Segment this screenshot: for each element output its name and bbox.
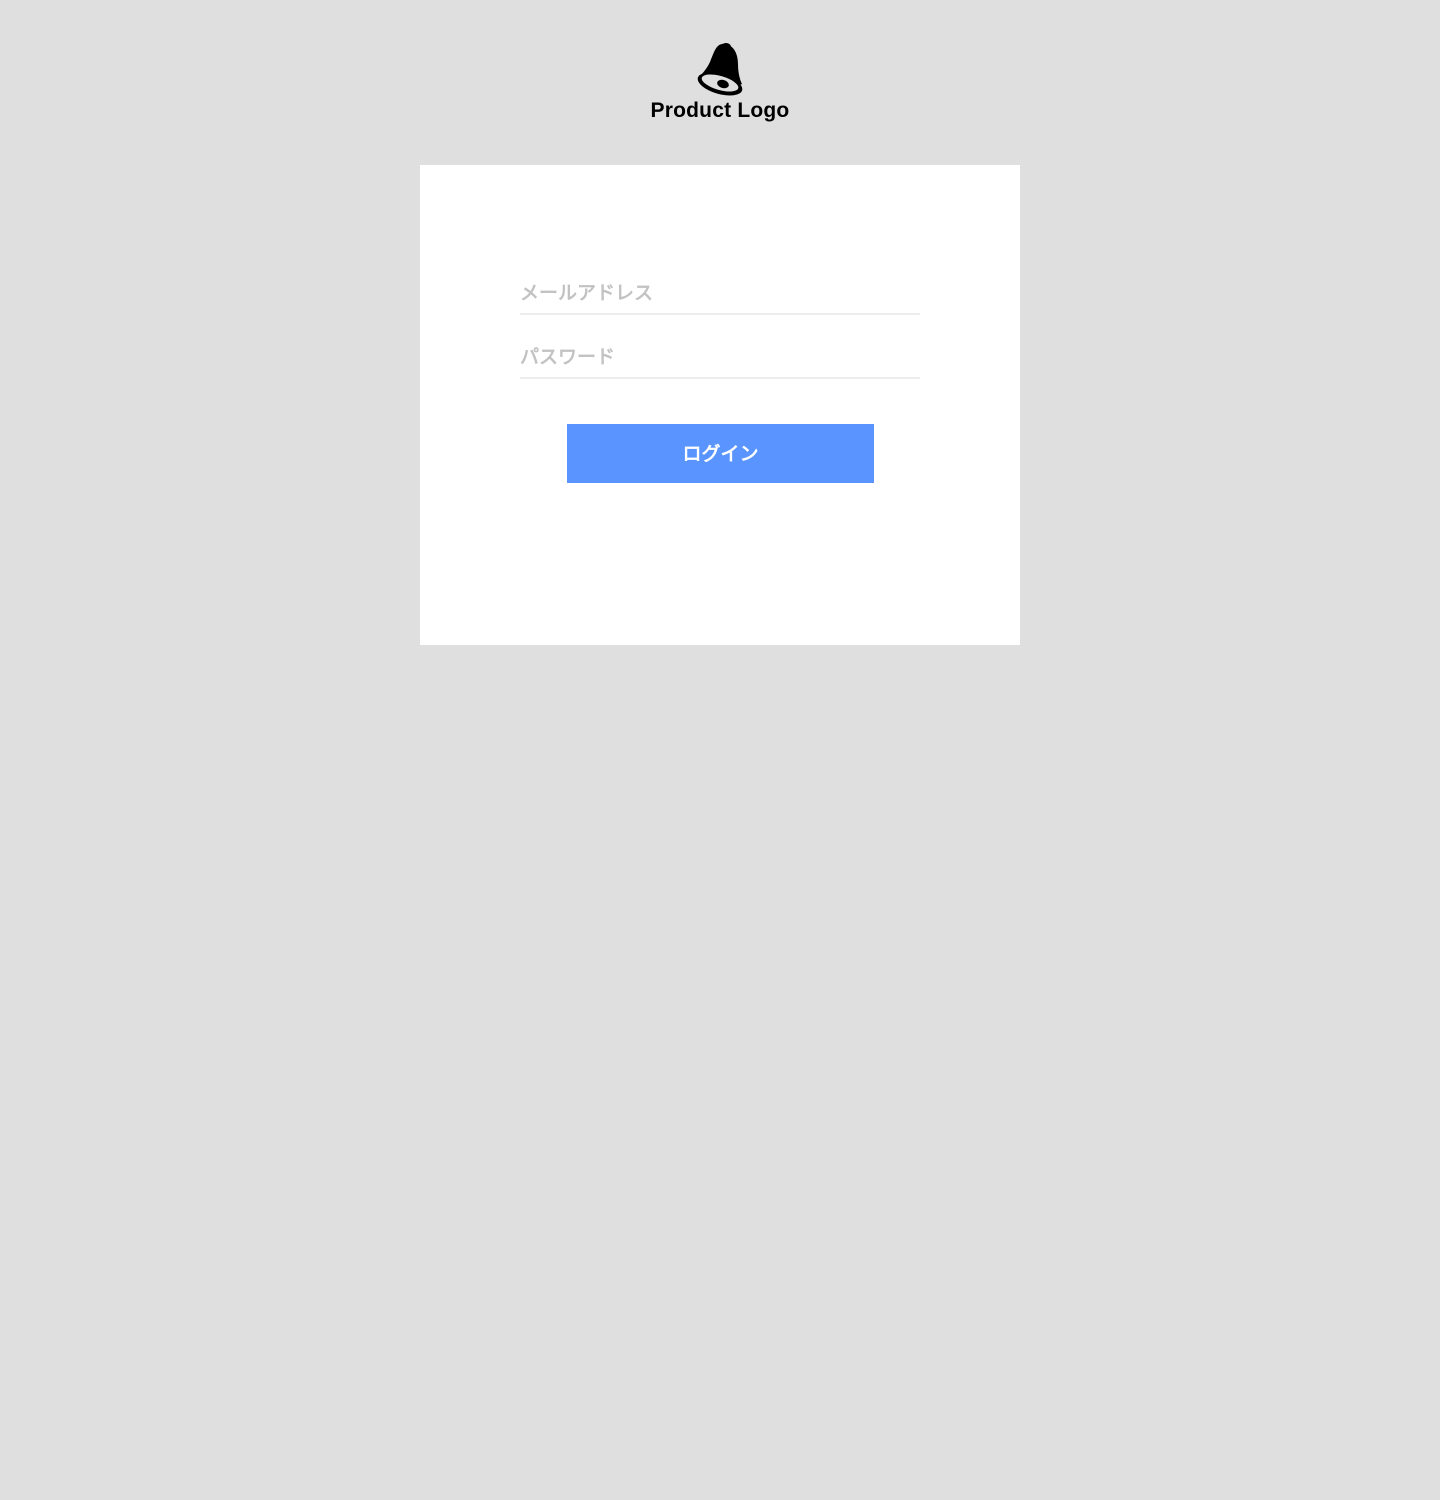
password-field-container bbox=[520, 339, 920, 379]
bell-icon bbox=[697, 43, 743, 96]
login-card: ログイン bbox=[420, 165, 1020, 645]
product-logo: Product Logo bbox=[0, 40, 1440, 124]
login-button[interactable]: ログイン bbox=[567, 424, 874, 483]
email-input[interactable] bbox=[520, 275, 920, 311]
email-field-container bbox=[520, 275, 920, 315]
logo-text: Product Logo bbox=[650, 99, 790, 122]
password-input[interactable] bbox=[520, 339, 920, 375]
